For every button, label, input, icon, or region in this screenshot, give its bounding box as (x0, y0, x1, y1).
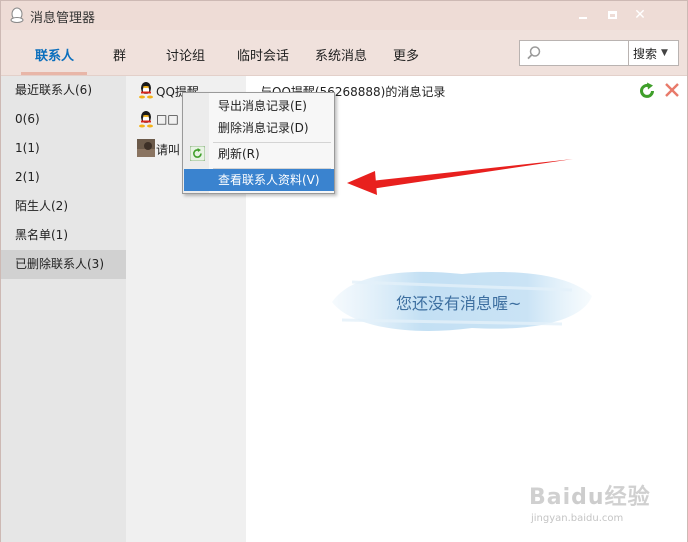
contact-name: □□ (156, 112, 179, 126)
tab-groups[interactable]: 群 (113, 45, 126, 64)
refresh-icon (190, 146, 205, 161)
menu-item-refresh[interactable]: 刷新(R) (184, 143, 334, 165)
sidebar-item-blacklist[interactable]: 黑名单(1) (1, 221, 126, 250)
photo-avatar (137, 139, 155, 157)
tab-temp-sessions[interactable]: 临时会话 (237, 45, 289, 64)
search-scope-button[interactable]: 搜索 ▼ (629, 40, 679, 66)
empty-state-message: 您还没有消息喔~ (396, 294, 522, 313)
context-menu: 导出消息记录(E) 删除消息记录(D) 刷新(R) 查看联系人资料(V) (182, 92, 335, 194)
minimize-button[interactable] (575, 8, 591, 22)
tab-more[interactable]: 更多 (393, 45, 419, 64)
qq-logo-icon (10, 7, 24, 23)
refresh-icon[interactable] (638, 82, 656, 100)
tab-system-messages[interactable]: 系统消息 (315, 45, 367, 64)
search-icon (527, 46, 541, 60)
close-button[interactable]: ✕ (632, 7, 648, 23)
sidebar-item-deleted-contacts[interactable]: 已删除联系人(3) (1, 250, 126, 279)
tab-contacts[interactable]: 联系人 (35, 45, 74, 64)
active-tab-indicator (21, 72, 87, 75)
sidebar-item-strangers[interactable]: 陌生人(2) (1, 192, 126, 221)
tab-discussion-groups[interactable]: 讨论组 (166, 45, 205, 64)
menu-item-refresh-label: 刷新(R) (218, 147, 260, 161)
search-button-label: 搜索 (633, 46, 658, 61)
search-input[interactable] (546, 43, 626, 63)
close-icon: ✕ (634, 7, 646, 23)
category-tab-bar: 联系人 群 讨论组 临时会话 系统消息 更多 搜索 ▼ (1, 30, 687, 76)
sidebar-item-group-0[interactable]: 0(6) (1, 105, 126, 134)
menu-item-delete-records[interactable]: 删除消息记录(D) (184, 117, 334, 139)
maximize-button[interactable] (604, 8, 620, 22)
watermark-brand: Baidu经验 (529, 485, 651, 510)
qq-penguin-icon (139, 82, 153, 99)
minimize-icon (579, 16, 587, 19)
baidu-jingyan-watermark: Baidu经验 jingyan.baidu.com (529, 479, 679, 539)
chevron-down-icon: ▼ (661, 48, 668, 58)
sidebar-item-recent[interactable]: 最近联系人(6) (1, 76, 126, 105)
watermark-url: jingyan.baidu.com (531, 513, 624, 524)
annotation-arrow (347, 159, 573, 195)
message-manager-window: 消息管理器 ✕ 联系人 群 讨论组 临时会话 系统消息 更多 搜索 ▼ 最近联系… (0, 0, 688, 542)
sidebar-item-group-2[interactable]: 2(1) (1, 163, 126, 192)
delete-icon[interactable] (664, 82, 680, 98)
contact-group-sidebar: 最近联系人(6) 0(6) 1(1) 2(1) 陌生人(2) 黑名单(1) 已删… (1, 76, 126, 542)
title-bar[interactable]: 消息管理器 ✕ (1, 1, 687, 30)
menu-item-export-records[interactable]: 导出消息记录(E) (184, 95, 334, 117)
maximize-icon (607, 11, 617, 19)
sidebar-item-group-1[interactable]: 1(1) (1, 134, 126, 163)
window-title: 消息管理器 (30, 11, 96, 26)
qq-penguin-icon (139, 111, 153, 128)
contact-name: 请叫 (156, 143, 181, 157)
search-box[interactable] (519, 40, 629, 66)
menu-item-view-contact-profile[interactable]: 查看联系人资料(V) (184, 169, 334, 191)
